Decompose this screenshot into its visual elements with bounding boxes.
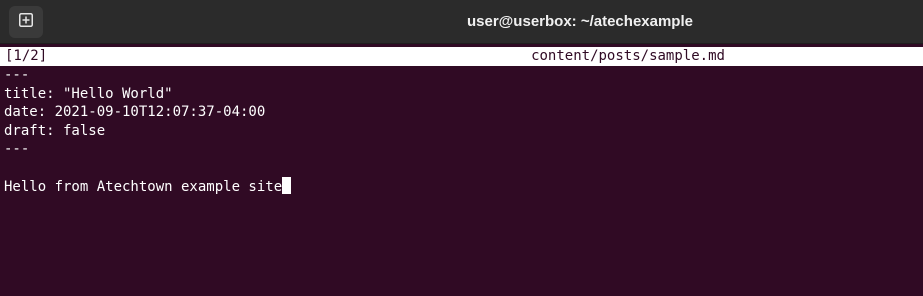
editor-line-current: Hello from Atechtown example site [4, 177, 919, 196]
editor-status-bar: [1/2] content/posts/sample.md [0, 47, 923, 66]
editor-line: date: 2021-09-10T12:07:37-04:00 [4, 104, 266, 120]
terminal-window: user@userbox: ~/atechexample [1/2] conte… [0, 0, 923, 296]
editor-content[interactable]: --- title: "Hello World" date: 2021-09-1… [4, 66, 919, 196]
editor-line: draft: false [4, 122, 106, 139]
file-name: content/posts/sample.md [531, 48, 725, 64]
window-title: user@userbox: ~/atechexample [467, 13, 693, 30]
new-tab-icon [19, 12, 33, 32]
editor-line: --- [4, 141, 30, 157]
new-tab-button[interactable] [9, 6, 43, 38]
editor-line-text: Hello from Atechtown example site [4, 179, 283, 195]
terminal-area[interactable]: [1/2] content/posts/sample.md --- title:… [0, 44, 923, 296]
editor-line: --- [4, 67, 30, 83]
title-bar: user@userbox: ~/atechexample [0, 0, 923, 44]
editor-line: title: "Hello World" [4, 85, 173, 102]
text-cursor [282, 177, 292, 194]
